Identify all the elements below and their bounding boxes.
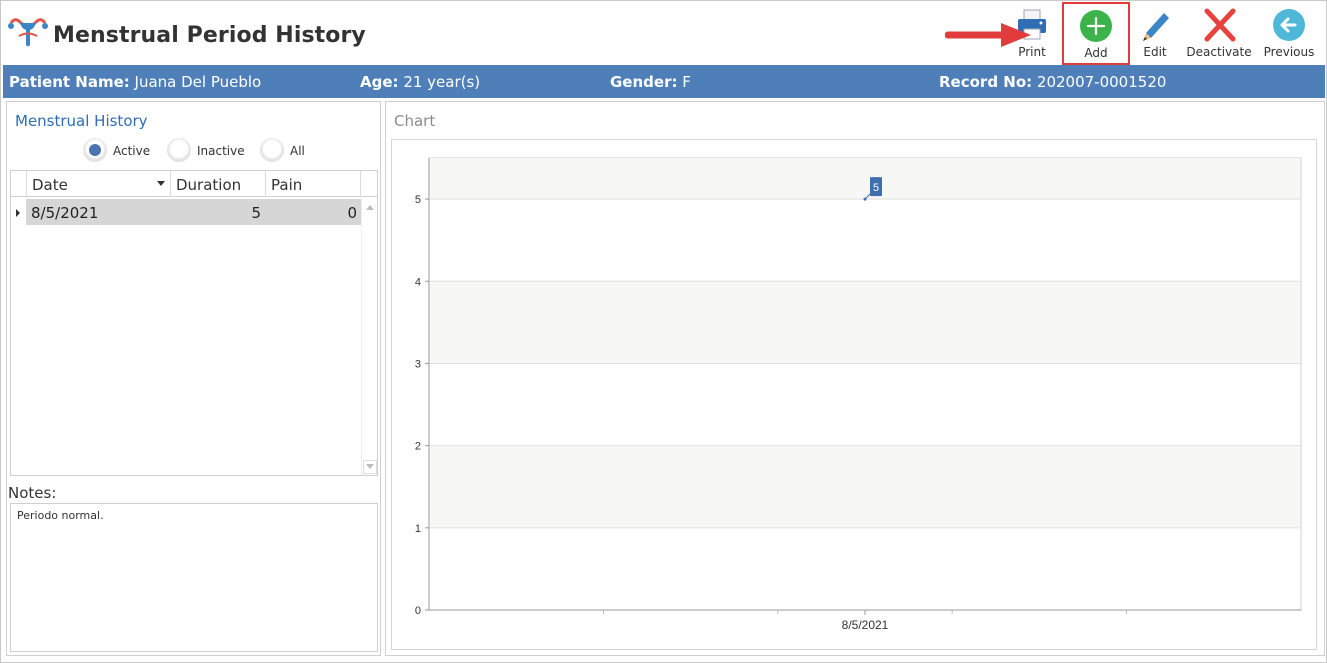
age-field: Age: 21 year(s) bbox=[360, 73, 480, 91]
history-grid: Date Duration Pain 8/5/2021 5 0 bbox=[10, 170, 378, 476]
chart-panel-title: Chart bbox=[394, 112, 436, 130]
gender-label: Gender: bbox=[610, 73, 678, 91]
arrow-left-circle-icon bbox=[1273, 9, 1305, 41]
gender-value: F bbox=[682, 73, 691, 91]
filter-all-radio[interactable]: All bbox=[260, 138, 310, 162]
red-arrow-annotation-icon bbox=[945, 23, 1031, 47]
filter-active-radio[interactable]: Active bbox=[83, 138, 153, 162]
grid-band bbox=[430, 445, 1300, 528]
column-header-duration[interactable]: Duration bbox=[170, 171, 266, 197]
app-window: Menstrual Period History Print Add Edit … bbox=[0, 0, 1327, 663]
add-button[interactable]: Add bbox=[1062, 2, 1130, 65]
filter-active-label: Active bbox=[113, 144, 151, 158]
row-selector-arrow-icon bbox=[11, 199, 26, 225]
add-label: Add bbox=[1084, 46, 1108, 60]
grid-band bbox=[430, 159, 1300, 200]
page-title: Menstrual Period History bbox=[53, 23, 366, 48]
cell-duration: 5 bbox=[251, 204, 261, 222]
header-bar: Menstrual Period History Print Add Edit … bbox=[1, 1, 1326, 65]
patient-name-field: Patient Name: Juana Del Pueblo bbox=[9, 73, 261, 91]
chart-frame: 0 1 2 3 4 5 8/5/2021 5 bbox=[391, 139, 1317, 650]
patient-name-value: Juana Del Pueblo bbox=[134, 73, 262, 91]
table-row-body[interactable]: 8/5/2021 5 0 bbox=[26, 199, 361, 225]
previous-button[interactable]: Previous bbox=[1258, 5, 1320, 65]
filter-all-label: All bbox=[290, 144, 305, 158]
scroll-up-icon[interactable] bbox=[366, 205, 374, 210]
patient-info-bar: Patient Name: Juana Del Pueblo Age: 21 y… bbox=[3, 65, 1325, 98]
grid-band bbox=[430, 281, 1300, 364]
y-tick-label: 0 bbox=[415, 605, 421, 617]
line-chart: 0 1 2 3 4 5 8/5/2021 5 bbox=[415, 157, 1302, 632]
pencil-icon bbox=[1143, 13, 1169, 41]
close-x-icon bbox=[1204, 8, 1236, 42]
column-header-duration-label: Duration bbox=[176, 176, 242, 194]
deactivate-label: Deactivate bbox=[1186, 45, 1252, 59]
filter-inactive-label: Inactive bbox=[197, 144, 245, 158]
radio-unselected-icon bbox=[260, 138, 284, 162]
grid-vertical-scrollbar[interactable] bbox=[361, 198, 377, 475]
column-header-pain-label: Pain bbox=[271, 176, 303, 194]
edit-label: Edit bbox=[1143, 45, 1167, 59]
filter-inactive-radio[interactable]: Inactive bbox=[167, 138, 247, 162]
menstrual-history-panel: Menstrual History Active Inactive All Da… bbox=[6, 101, 381, 656]
plus-circle-icon bbox=[1080, 10, 1112, 42]
edit-button[interactable]: Edit bbox=[1132, 5, 1178, 65]
age-label: Age: bbox=[360, 73, 399, 91]
record-number-label: Record No: bbox=[939, 73, 1033, 91]
table-row[interactable]: 8/5/2021 5 0 bbox=[11, 199, 361, 225]
data-label: 5 bbox=[873, 182, 879, 194]
column-header-date[interactable]: Date bbox=[26, 171, 171, 197]
column-header-date-label: Date bbox=[32, 176, 68, 194]
scroll-down-icon[interactable] bbox=[366, 464, 374, 469]
y-tick-label: 3 bbox=[415, 358, 421, 370]
grid-header: Date Duration Pain bbox=[11, 171, 377, 197]
notes-textarea[interactable]: Periodo normal. bbox=[10, 503, 378, 652]
column-header-pain[interactable]: Pain bbox=[265, 171, 361, 197]
radio-selected-icon bbox=[83, 138, 107, 162]
deactivate-button[interactable]: Deactivate bbox=[1184, 5, 1254, 65]
record-number-value: 202007-0001520 bbox=[1036, 73, 1167, 91]
sort-descending-icon bbox=[157, 181, 165, 186]
gender-field: Gender: F bbox=[610, 73, 691, 91]
patient-name-label: Patient Name: bbox=[9, 73, 130, 91]
cell-pain: 0 bbox=[347, 204, 357, 222]
header-scroll-spacer bbox=[360, 171, 377, 197]
record-number-field: Record No: 202007-0001520 bbox=[939, 73, 1166, 91]
previous-label: Previous bbox=[1263, 45, 1315, 59]
radio-unselected-icon bbox=[167, 138, 191, 162]
y-tick-label: 4 bbox=[415, 276, 421, 288]
menstrual-history-title: Menstrual History bbox=[15, 112, 148, 130]
y-tick-label: 2 bbox=[415, 441, 421, 453]
notes-label: Notes: bbox=[8, 484, 57, 502]
age-value: 21 year(s) bbox=[403, 73, 481, 91]
x-tick-label: 8/5/2021 bbox=[842, 618, 889, 632]
row-indicator-header bbox=[11, 171, 27, 197]
y-tick-label: 1 bbox=[415, 523, 421, 535]
plot-area bbox=[428, 157, 1302, 611]
cell-date: 8/5/2021 bbox=[31, 204, 99, 222]
y-tick-label: 5 bbox=[415, 194, 421, 206]
uterus-icon bbox=[8, 18, 48, 47]
chart-panel: Chart 0 1 2 3 4 5 8/5/2021 5 bbox=[385, 101, 1325, 656]
